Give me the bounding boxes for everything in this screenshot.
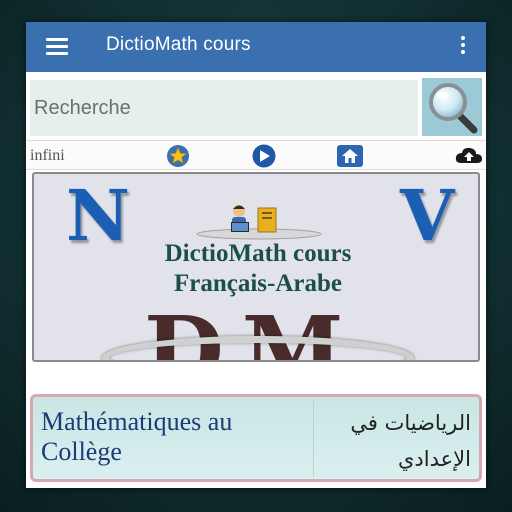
- app-bar: DictioMath cours: [26, 22, 486, 72]
- cloud-upload-icon[interactable]: [454, 144, 484, 168]
- home-icon[interactable]: [336, 144, 363, 168]
- star-icon[interactable]: [165, 144, 191, 168]
- search-bar: [26, 72, 486, 140]
- app-window: DictioMath cours infini: [26, 22, 486, 488]
- college-course-button[interactable]: Mathématiques au Collège الرياضيات في ال…: [30, 394, 482, 482]
- search-button[interactable]: [422, 78, 482, 136]
- toolbar: infini: [26, 140, 486, 170]
- course-label-fr: Mathématiques au Collège: [41, 407, 233, 466]
- app-banner: N V DictioMath cours Français-Arabe DM: [32, 172, 480, 362]
- app-title: DictioMath cours: [106, 34, 251, 55]
- magnifier-icon: [429, 83, 478, 134]
- play-icon[interactable]: [250, 144, 276, 168]
- course-label-ar: الرياضيات في الإعدادي: [350, 411, 471, 471]
- search-input[interactable]: [30, 80, 418, 136]
- more-vertical-icon[interactable]: [460, 36, 466, 56]
- banner-title-line2: Français-Arabe: [173, 270, 343, 297]
- student-laptop-icon: [196, 205, 322, 240]
- banner-title-line1: DictioMath cours: [164, 240, 352, 267]
- hamburger-menu-icon[interactable]: [46, 38, 68, 55]
- infini-link[interactable]: infini: [30, 147, 65, 165]
